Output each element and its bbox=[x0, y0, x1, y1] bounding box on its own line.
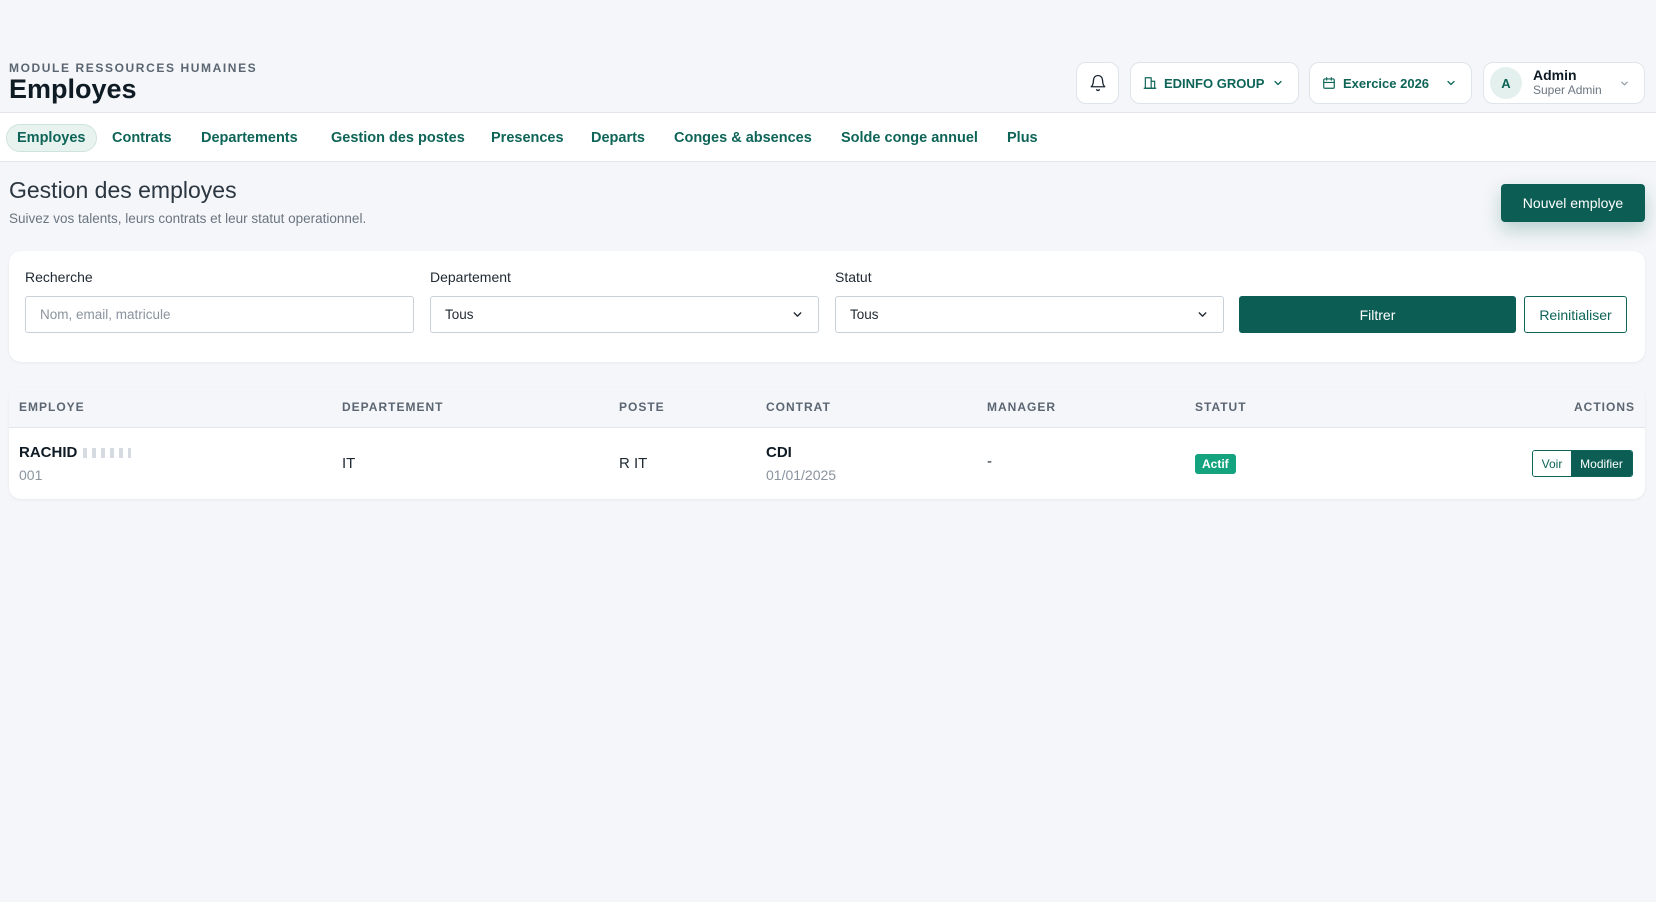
contract-date: 01/01/2025 bbox=[766, 467, 837, 483]
app-header: MODULE RESSOURCES HUMAINES Employes EDIN… bbox=[0, 0, 1656, 113]
contract-type: CDI bbox=[766, 444, 792, 461]
status-badge: Actif bbox=[1195, 454, 1236, 474]
column-header-employe: EMPLOYE bbox=[19, 400, 85, 414]
chevron-down-icon bbox=[1619, 78, 1630, 89]
department-label: Departement bbox=[430, 269, 511, 285]
edit-button[interactable]: Modifier bbox=[1571, 451, 1632, 476]
employee-name: RACHID bbox=[19, 444, 78, 461]
chevron-down-icon bbox=[1196, 308, 1209, 321]
view-button[interactable]: Voir bbox=[1533, 451, 1571, 476]
column-header-manager: MANAGER bbox=[987, 400, 1056, 414]
chevron-down-icon bbox=[1445, 77, 1457, 89]
search-label: Recherche bbox=[25, 269, 93, 285]
new-employee-button[interactable]: Nouvel employe bbox=[1501, 184, 1645, 222]
reset-button[interactable]: Reinitialiser bbox=[1524, 296, 1627, 333]
status-select-value: Tous bbox=[850, 307, 879, 322]
company-selector[interactable]: EDINFO GROUP bbox=[1130, 62, 1299, 104]
module-label: MODULE RESSOURCES HUMAINES bbox=[9, 61, 258, 75]
column-header-statut: STATUT bbox=[1195, 400, 1247, 414]
tab-presences[interactable]: Presences bbox=[491, 124, 564, 152]
status-select[interactable]: Tous bbox=[835, 296, 1224, 333]
building-icon bbox=[1143, 76, 1157, 90]
search-input[interactable]: Nom, email, matricule bbox=[25, 296, 414, 333]
avatar: A bbox=[1490, 67, 1522, 99]
company-name: EDINFO GROUP bbox=[1164, 75, 1265, 91]
chevron-down-icon bbox=[791, 308, 804, 321]
row-actions: Voir Modifier bbox=[1532, 450, 1633, 477]
bell-icon bbox=[1089, 74, 1107, 92]
tab-plus[interactable]: Plus bbox=[1007, 124, 1038, 152]
user-role: Super Admin bbox=[1533, 83, 1602, 97]
employee-matricule: 001 bbox=[19, 467, 43, 483]
employee-department: IT bbox=[342, 455, 356, 472]
redacted-surname bbox=[83, 448, 132, 459]
table-header: EMPLOYE DEPARTEMENT POSTE CONTRAT MANAGE… bbox=[9, 387, 1645, 428]
employees-table: EMPLOYE DEPARTEMENT POSTE CONTRAT MANAGE… bbox=[9, 387, 1645, 499]
fiscal-year-selector[interactable]: Exercice 2026 bbox=[1309, 62, 1472, 104]
column-header-departement: DEPARTEMENT bbox=[342, 400, 444, 414]
column-header-contrat: CONTRAT bbox=[766, 400, 831, 414]
department-select[interactable]: Tous bbox=[430, 296, 819, 333]
filter-button[interactable]: Filtrer bbox=[1239, 296, 1516, 333]
module-tabs: Employes Contrats Departements Gestion d… bbox=[0, 113, 1656, 162]
tab-departements[interactable]: Departements bbox=[201, 124, 298, 152]
user-menu[interactable]: A Admin Super Admin bbox=[1483, 62, 1645, 104]
tab-solde-conge-annuel[interactable]: Solde conge annuel bbox=[841, 124, 978, 152]
employee-position: R IT bbox=[619, 455, 648, 472]
tab-departs[interactable]: Departs bbox=[591, 124, 645, 152]
status-label: Statut bbox=[835, 269, 872, 285]
tab-employes[interactable]: Employes bbox=[6, 124, 97, 152]
employee-manager: - bbox=[987, 453, 992, 470]
chevron-down-icon bbox=[1272, 77, 1284, 89]
tab-conges-absences[interactable]: Conges & absences bbox=[674, 124, 812, 152]
department-select-value: Tous bbox=[445, 307, 474, 322]
filter-panel: Recherche Nom, email, matricule Departem… bbox=[9, 251, 1645, 362]
section-title: Gestion des employes bbox=[9, 177, 237, 203]
user-name: Admin bbox=[1533, 67, 1577, 83]
tab-contrats[interactable]: Contrats bbox=[112, 124, 172, 152]
fiscal-year-label: Exercice 2026 bbox=[1343, 75, 1430, 91]
column-header-actions: ACTIONS bbox=[1574, 400, 1635, 414]
tab-gestion-des-postes[interactable]: Gestion des postes bbox=[331, 124, 465, 152]
calendar-icon bbox=[1322, 76, 1336, 90]
section-subtitle: Suivez vos talents, leurs contrats et le… bbox=[9, 211, 367, 226]
notifications-button[interactable] bbox=[1076, 62, 1119, 104]
column-header-poste: POSTE bbox=[619, 400, 665, 414]
page-title: Employes bbox=[9, 74, 137, 104]
